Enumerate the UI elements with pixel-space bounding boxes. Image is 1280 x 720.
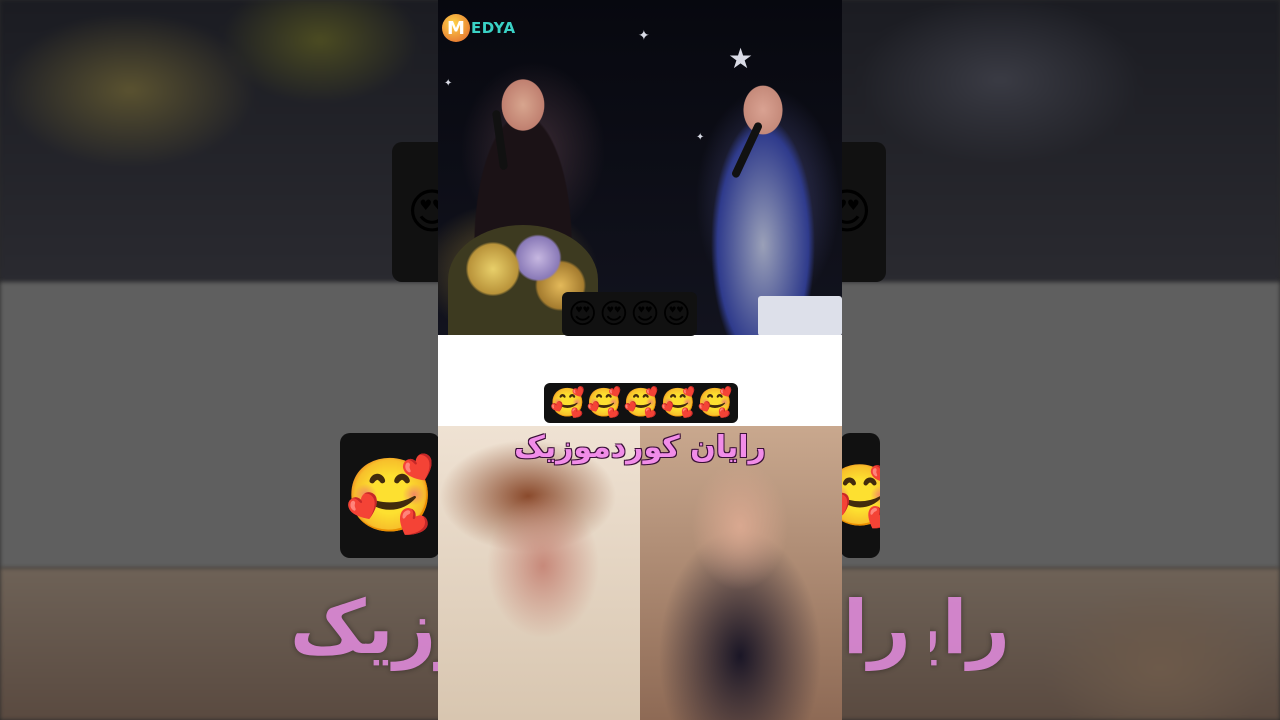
photo-singer-left: [438, 426, 640, 720]
smiling-hearts-emoji: 🥰: [550, 386, 585, 419]
smiling-hearts-emoji: 🥰: [697, 386, 733, 419]
photo-singer-right: [640, 426, 842, 720]
background-caption-right: رایان کوردموزیک: [930, 585, 1010, 671]
star-icon: ✦: [638, 28, 650, 44]
medya-logo-text: EDYA: [471, 19, 516, 37]
emoji-bar-heart-eyes: 😍 😍 😍 😍: [562, 292, 697, 336]
singer-photos: [438, 426, 842, 720]
medya-channel-logo: M EDYA: [442, 14, 516, 42]
concert-video-frame: ✦ ★ ✦ ✦ M EDYA: [438, 0, 842, 335]
background-emoji-left-mid: 🥰: [340, 433, 440, 558]
background-emoji-right-mid: 🥰: [840, 433, 880, 558]
heart-eyes-emoji: 😍: [630, 297, 660, 330]
heart-eyes-emoji: 😍: [599, 297, 629, 330]
emoji-bar-smiling-hearts: 🥰 🥰 🥰 🥰 🥰: [544, 383, 739, 423]
star-icon: ✦: [444, 78, 453, 89]
medya-logo-icon: M: [442, 14, 470, 42]
singer-right-figure: [683, 55, 833, 335]
heart-eyes-emoji: 😍: [661, 297, 691, 330]
channel-caption: رایان کوردموزیک: [514, 430, 766, 465]
laptop-screen: [758, 296, 842, 335]
smiling-hearts-emoji: 🥰: [660, 386, 696, 419]
smiling-hearts-emoji: 🥰: [623, 386, 659, 419]
heart-eyes-emoji: 😍: [568, 297, 598, 330]
smiling-hearts-emoji: 🥰: [586, 386, 622, 419]
video-panel[interactable]: ✦ ★ ✦ ✦ M EDYA 😍 😍 😍 😍 🥰 🥰 🥰 🥰 🥰 رایان ک…: [438, 0, 842, 720]
